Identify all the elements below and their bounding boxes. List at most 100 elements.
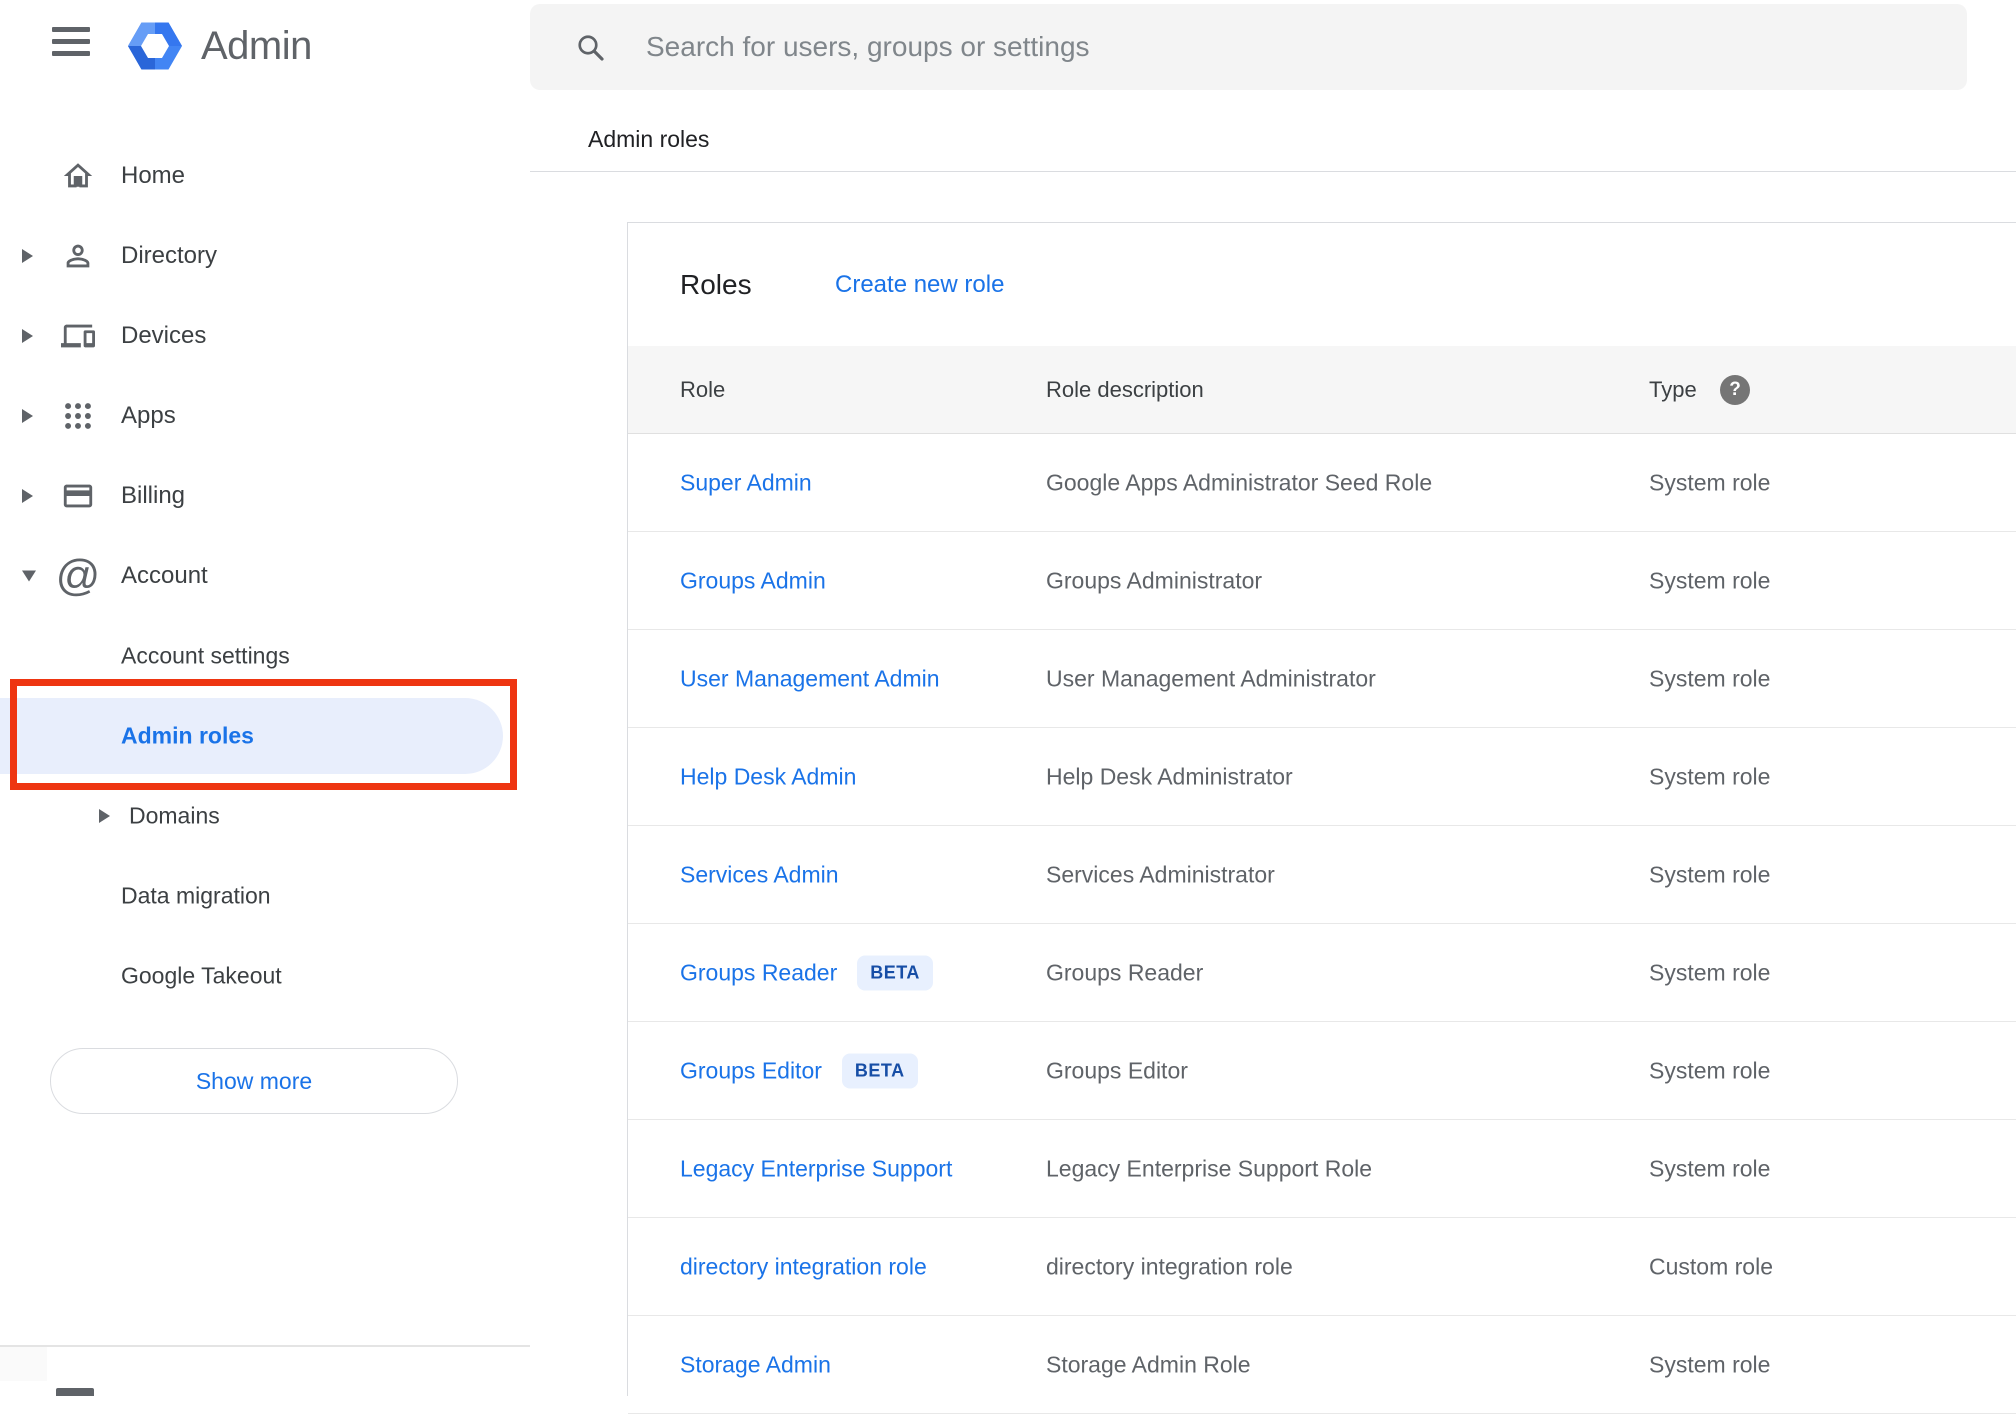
breadcrumb: Admin roles xyxy=(588,126,710,152)
role-cell: User Management Admin xyxy=(680,665,940,692)
role-type: Custom role xyxy=(1649,1253,1773,1279)
card-icon xyxy=(56,474,100,518)
sidebar-item-label: Domains xyxy=(129,802,220,829)
role-link[interactable]: Help Desk Admin xyxy=(680,763,856,790)
role-description: Legacy Enterprise Support Role xyxy=(1046,1155,1373,1181)
admin-logo[interactable]: Admin xyxy=(128,18,312,74)
table-row: User Management Admin User Management Adm… xyxy=(628,630,2016,728)
sidebar-item-account[interactable]: @ Account xyxy=(0,536,530,616)
app-title: Admin xyxy=(201,23,312,68)
role-link[interactable]: Legacy Enterprise Support xyxy=(680,1155,952,1182)
search-icon xyxy=(578,35,604,61)
create-new-role-link[interactable]: Create new role xyxy=(835,271,1004,299)
sidebar-item-google-takeout[interactable]: Google Takeout xyxy=(0,936,530,1016)
role-cell: Groups Reader BETA xyxy=(680,955,933,990)
table-row: Legacy Enterprise Support Legacy Enterpri… xyxy=(628,1120,2016,1218)
sidebar-nav: Home Directory Devices Apps Billing @ Account A… xyxy=(0,136,530,1016)
expand-arrow-icon[interactable] xyxy=(22,409,33,423)
type-help-icon[interactable]: ? xyxy=(1720,374,1750,405)
sidebar-item-domains[interactable]: Domains xyxy=(0,776,530,856)
sidebar-item-account-settings[interactable]: Account settings xyxy=(0,616,530,696)
role-type: System role xyxy=(1649,861,1771,887)
table-row: Services Admin Services Administrator Syst… xyxy=(628,826,2016,924)
role-type: System role xyxy=(1649,1057,1771,1083)
role-link[interactable]: Super Admin xyxy=(680,469,812,496)
sidebar-item-label: Admin roles xyxy=(121,722,254,749)
role-cell: Super Admin xyxy=(680,469,812,496)
role-type: System role xyxy=(1649,959,1771,985)
role-cell: Services Admin xyxy=(680,861,839,888)
table-row: Help Desk Admin Help Desk Administrator Sy… xyxy=(628,728,2016,826)
role-type: System role xyxy=(1649,665,1771,691)
sidebar-item-admin-roles[interactable]: Admin roles xyxy=(0,696,530,776)
role-description: Groups Administrator xyxy=(1046,567,1263,593)
role-type: System role xyxy=(1649,469,1771,495)
role-cell: Groups Admin xyxy=(680,567,826,594)
expand-arrow-icon[interactable] xyxy=(22,489,33,503)
at-icon: @ xyxy=(55,551,101,600)
role-description: directory integration role xyxy=(1046,1253,1293,1279)
sidebar-item-label: Devices xyxy=(121,322,207,349)
sidebar-item-billing[interactable]: Billing xyxy=(0,456,530,536)
role-link[interactable]: directory integration role xyxy=(680,1253,927,1280)
sidebar-bottom-divider xyxy=(0,1345,530,1347)
role-link[interactable]: Groups Reader xyxy=(680,959,837,986)
devices-icon xyxy=(56,314,100,358)
role-description: Groups Reader xyxy=(1046,959,1204,985)
expand-arrow-icon[interactable] xyxy=(99,809,110,823)
roles-card: Roles Create new role Role Role descript… xyxy=(627,222,2016,1414)
expand-arrow-icon[interactable] xyxy=(22,329,33,343)
expand-arrow-icon[interactable] xyxy=(22,249,33,263)
role-cell: Groups Editor BETA xyxy=(680,1053,918,1088)
roles-title: Roles xyxy=(680,268,752,300)
table-row: Groups Reader BETA Groups Reader System rol… xyxy=(628,924,2016,1022)
roles-table-body: Super Admin Google Apps Administrator See… xyxy=(628,434,2016,1414)
table-row: Super Admin Google Apps Administrator See… xyxy=(628,434,2016,532)
partially-visible-icon xyxy=(56,1388,94,1396)
role-link[interactable]: Groups Editor xyxy=(680,1057,822,1084)
role-type: System role xyxy=(1649,567,1771,593)
role-link[interactable]: User Management Admin xyxy=(680,665,940,692)
corner-block xyxy=(0,1347,47,1381)
sidebar-item-label: Apps xyxy=(121,402,176,429)
column-header-description: Role description xyxy=(1046,376,1204,402)
hamburger-menu-icon[interactable] xyxy=(52,27,90,56)
sidebar-item-label: Account settings xyxy=(121,642,290,669)
search-input[interactable] xyxy=(646,31,1937,63)
table-row: Groups Admin Groups Administrator System r… xyxy=(628,532,2016,630)
role-description: Help Desk Administrator xyxy=(1046,763,1293,789)
beta-badge: BETA xyxy=(841,1053,918,1088)
home-icon xyxy=(56,154,100,198)
sidebar-item-home[interactable]: Home xyxy=(0,136,530,216)
sidebar-item-devices[interactable]: Devices xyxy=(0,296,530,376)
role-description: Groups Editor xyxy=(1046,1057,1188,1083)
role-description: Storage Admin Role xyxy=(1046,1351,1251,1377)
sidebar-item-label: Home xyxy=(121,162,186,189)
role-type: System role xyxy=(1649,1351,1771,1377)
role-cell: Help Desk Admin xyxy=(680,763,856,790)
sidebar-item-label: Data migration xyxy=(121,882,271,909)
role-link[interactable]: Services Admin xyxy=(680,861,839,888)
role-description: Google Apps Administrator Seed Role xyxy=(1046,469,1433,495)
sidebar-item-label: Account xyxy=(121,562,208,589)
sidebar-item-label: Google Takeout xyxy=(121,962,282,989)
table-row: Groups Editor BETA Groups Editor System rol… xyxy=(628,1022,2016,1120)
role-cell: Storage Admin xyxy=(680,1351,831,1378)
roles-table-header: Role Role description Type ? xyxy=(628,346,2016,434)
role-type: System role xyxy=(1649,763,1771,789)
column-header-role: Role xyxy=(680,376,726,402)
collapse-arrow-icon[interactable] xyxy=(22,570,36,582)
role-link[interactable]: Groups Admin xyxy=(680,567,826,594)
sidebar-item-apps[interactable]: Apps xyxy=(0,376,530,456)
sidebar-item-label: Billing xyxy=(121,482,186,509)
show-more-button[interactable]: Show more xyxy=(50,1048,458,1114)
breadcrumb-divider xyxy=(530,171,2016,172)
search-bar[interactable] xyxy=(530,4,1967,90)
apps-icon xyxy=(56,394,100,438)
table-row: Storage Admin Storage Admin Role System ro… xyxy=(628,1316,2016,1414)
sidebar-item-data-migration[interactable]: Data migration xyxy=(0,856,530,936)
roles-card-header: Roles Create new role xyxy=(628,223,2016,346)
role-link[interactable]: Storage Admin xyxy=(680,1351,831,1378)
admin-hexagon-logo-icon xyxy=(128,22,182,70)
sidebar-item-directory[interactable]: Directory xyxy=(0,216,530,296)
